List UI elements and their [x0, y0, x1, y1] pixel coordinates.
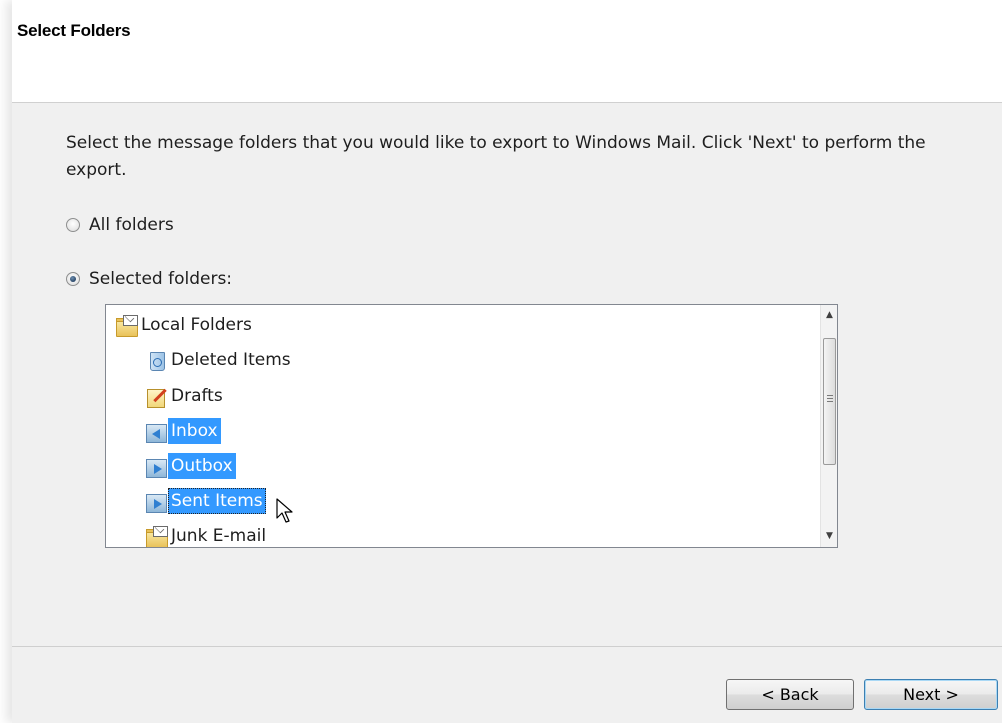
wizard-body: Select the message folders that you woul… — [12, 103, 1002, 646]
tree-item-label: Inbox — [168, 418, 221, 444]
selected-folders-radio[interactable] — [66, 272, 80, 286]
tree-item-sent-items[interactable]: Sent Items — [144, 486, 266, 516]
wizard-header: Select Folders — [12, 0, 1002, 103]
page-title: Select Folders — [17, 21, 131, 40]
mail-folder-icon — [114, 313, 138, 337]
scroll-down-arrow-icon[interactable]: ▼ — [821, 528, 837, 545]
scroll-up-arrow-icon[interactable]: ▲ — [821, 307, 837, 324]
drafts-icon — [144, 384, 168, 408]
folder-tree[interactable]: Local Folders Deleted Items Drafts Inbox… — [105, 304, 838, 548]
grip-icon — [827, 395, 833, 396]
wizard-footer: < Back Next > — [12, 646, 1002, 723]
tree-item-label: Deleted Items — [171, 350, 291, 370]
outbox-icon — [144, 454, 168, 478]
tree-item-outbox[interactable]: Outbox — [144, 451, 236, 481]
tree-item-junk-email[interactable]: Junk E-mail — [144, 521, 269, 547]
tree-item-label: Outbox — [168, 453, 236, 479]
next-button[interactable]: Next > — [864, 679, 998, 710]
mouse-pointer-icon — [276, 498, 293, 523]
scroll-thumb[interactable] — [823, 338, 836, 465]
selected-folders-option[interactable]: Selected folders: — [66, 269, 232, 289]
all-folders-radio[interactable] — [66, 218, 80, 232]
tree-item-label: Local Folders — [141, 315, 252, 335]
recycle-bin-icon — [144, 348, 168, 372]
mail-folder-icon — [144, 524, 168, 547]
instruction-text: Select the message folders that you woul… — [66, 133, 926, 180]
export-wizard-window: Select Folders Select the message folder… — [12, 0, 1002, 723]
tree-item-label: Sent Items — [168, 488, 266, 514]
tree-item-label: Drafts — [171, 386, 223, 406]
tree-item-inbox[interactable]: Inbox — [144, 416, 221, 446]
selected-folders-label: Selected folders: — [89, 269, 233, 289]
tree-item-label: Junk E-mail — [171, 526, 267, 546]
tree-item-drafts[interactable]: Drafts — [144, 381, 226, 411]
inbox-icon — [144, 419, 168, 443]
back-button[interactable]: < Back — [726, 679, 854, 710]
tree-item-deleted-items[interactable]: Deleted Items — [144, 345, 294, 375]
sent-items-icon — [144, 489, 168, 513]
all-folders-label: All folders — [89, 215, 174, 235]
tree-item-local-folders[interactable]: Local Folders — [114, 310, 255, 340]
all-folders-option[interactable]: All folders — [66, 215, 174, 235]
tree-scrollbar[interactable]: ▲ ▼ — [820, 305, 837, 547]
